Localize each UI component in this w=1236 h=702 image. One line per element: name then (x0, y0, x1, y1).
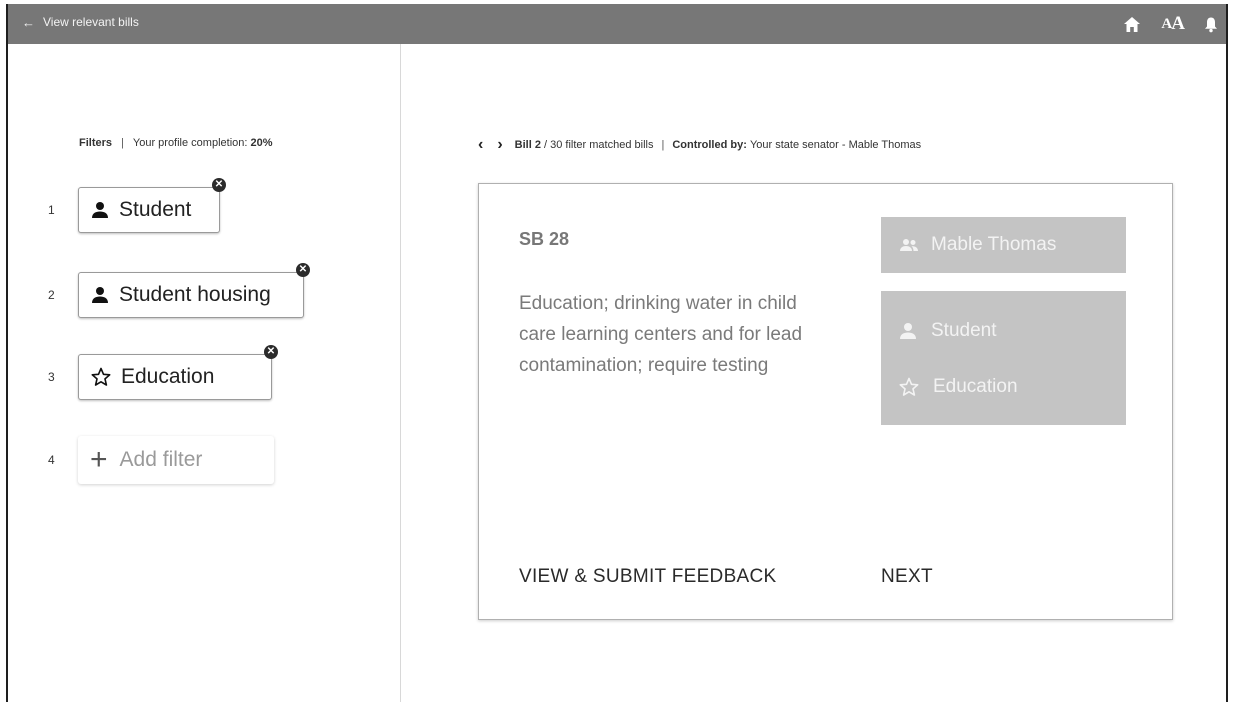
person-icon (91, 201, 109, 219)
back-label: View relevant bills (43, 15, 139, 29)
bill-card: SB 28 Education; drinking water in child… (478, 183, 1173, 620)
separator: | (121, 137, 124, 149)
bell-icon[interactable] (1204, 12, 1218, 36)
add-filter-button[interactable]: + Add filter (78, 436, 274, 484)
filter-row-4: 4 + Add filter (48, 436, 274, 484)
person-icon (91, 286, 109, 304)
profile-completion-value: 20% (250, 137, 273, 149)
app-frame: ← View relevant bills AA Filters | Your pr… (6, 4, 1228, 702)
bill-count: / 30 filter matched bills (544, 139, 654, 151)
filters-title: Filters (79, 137, 113, 149)
profile-completion-label: Your profile completion: (132, 137, 248, 149)
tag-education: Education (899, 376, 1018, 398)
font-size-icon[interactable]: AA (1161, 12, 1185, 36)
sponsor-badge: Mable Thomas (881, 217, 1126, 273)
star-outline-icon (899, 377, 919, 397)
filter-number: 1 (48, 203, 55, 217)
view-submit-feedback-button[interactable]: VIEW & SUBMIT FEEDBACK (519, 566, 777, 588)
tag-label: Student (931, 320, 997, 341)
filter-row-3: 3 Education ✕ (48, 345, 278, 400)
filter-row-2: 2 Student housing ✕ (48, 263, 310, 318)
back-arrow-icon: ← (22, 14, 35, 30)
people-icon (899, 238, 919, 252)
tag-student: Student (899, 320, 997, 342)
filter-label: Student housing (119, 283, 271, 306)
previous-bill-chevron-icon[interactable]: ‹ (478, 137, 483, 153)
remove-filter-icon[interactable]: ✕ (212, 178, 226, 192)
filter-number: 2 (48, 288, 55, 302)
plus-icon: + (90, 443, 108, 476)
filter-chip-student-housing[interactable]: Student housing ✕ (78, 263, 310, 318)
home-icon[interactable] (1123, 12, 1141, 36)
controlled-by-label: Controlled by: (672, 139, 747, 151)
star-outline-icon (91, 367, 111, 387)
filter-chip-student[interactable]: Student ✕ (78, 178, 226, 233)
next-bill-chevron-icon[interactable]: › (497, 137, 502, 153)
filter-number: 4 (48, 453, 55, 467)
separator: | (661, 139, 665, 151)
remove-filter-icon[interactable]: ✕ (296, 263, 310, 277)
panel-divider (400, 44, 401, 702)
remove-filter-icon[interactable]: ✕ (264, 345, 278, 359)
next-button[interactable]: NEXT (881, 566, 933, 588)
bill-tags: Student Education (881, 291, 1126, 425)
filters-header: Filters | Your profile completion: 20% (79, 137, 273, 149)
header-actions: AA (1123, 12, 1218, 36)
top-bar: ← View relevant bills AA (8, 4, 1226, 44)
filter-label: Education (121, 365, 215, 388)
add-filter-label: Add filter (119, 448, 203, 471)
back-button[interactable]: ← View relevant bills (22, 15, 139, 29)
filter-number: 3 (48, 370, 55, 384)
bill-description: Education; drinking water in child care … (519, 293, 803, 376)
tag-label: Education (933, 376, 1018, 397)
filter-chip-education[interactable]: Education ✕ (78, 345, 278, 400)
bill-navigation: ‹ › Bill 2 / 30 filter matched bills | C… (478, 137, 921, 153)
person-icon (899, 322, 917, 340)
filter-label: Student (119, 198, 192, 221)
bill-position: Bill 2 (514, 139, 541, 151)
filter-row-1: 1 Student ✕ (48, 178, 226, 233)
sponsor-name: Mable Thomas (931, 234, 1057, 255)
bill-id: SB 28 (519, 229, 570, 249)
controlled-by-value: Your state senator - Mable Thomas (749, 139, 922, 151)
